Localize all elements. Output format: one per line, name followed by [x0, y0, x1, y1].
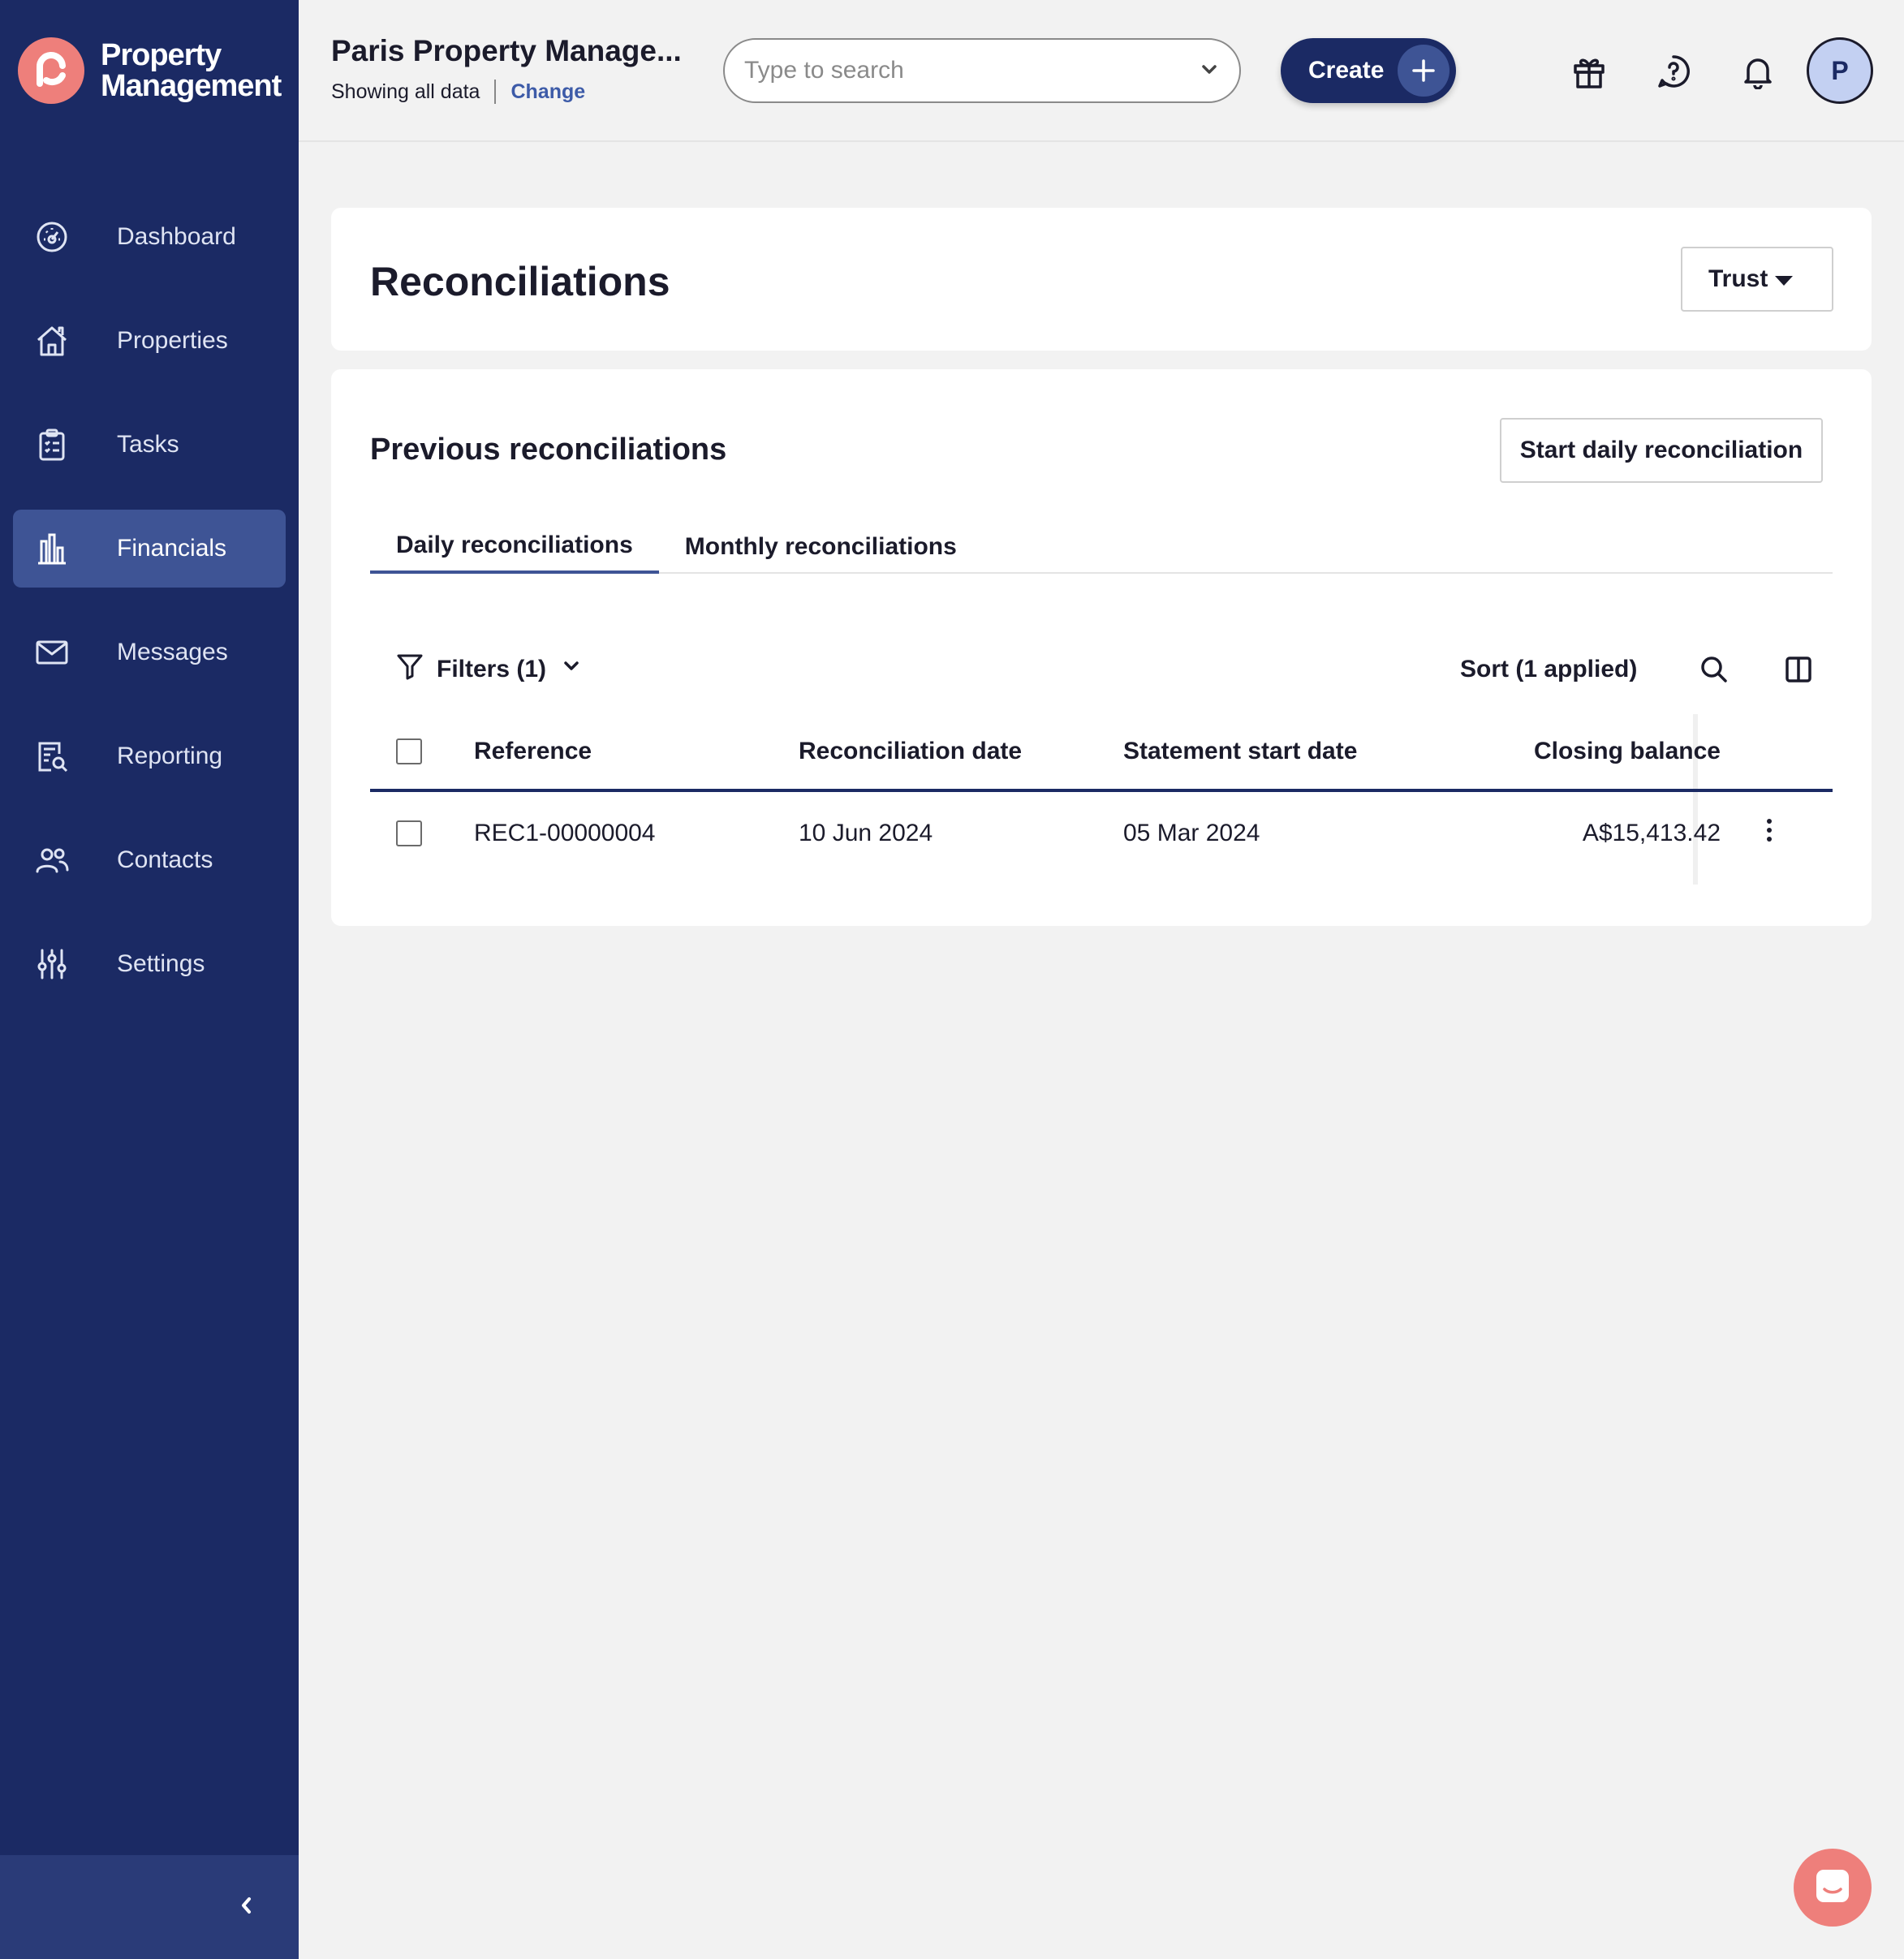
select-all-cell	[396, 714, 422, 789]
report-search-icon	[32, 737, 71, 776]
previous-reconciliations-card: Previous reconciliations Start daily rec…	[331, 369, 1872, 926]
filters-button[interactable]: Filters (1)	[396, 645, 582, 694]
brand-line-2: Management	[101, 69, 282, 103]
sidebar-collapse-bar	[0, 1855, 299, 1959]
sidebar-item-messages[interactable]: Messages	[13, 614, 286, 691]
chevron-left-icon[interactable]	[235, 1894, 258, 1921]
brand-name: Property Management	[101, 38, 282, 103]
people-icon	[32, 841, 71, 880]
table-row[interactable]: REC1-00000004 10 Jun 2024 05 Mar 2024 A$…	[370, 792, 1833, 875]
envelope-icon	[32, 633, 71, 672]
sidebar-item-label: Financials	[117, 535, 227, 562]
chevron-down-icon	[561, 656, 582, 683]
sidebar-item-dashboard[interactable]: Dashboard	[13, 198, 286, 276]
search-input[interactable]	[744, 57, 1199, 84]
clipboard-list-icon	[32, 425, 71, 464]
sidebar-item-label: Tasks	[117, 431, 179, 458]
sidebar-item-tasks[interactable]: Tasks	[13, 406, 286, 484]
column-header-closing-balance[interactable]: Closing balance	[1506, 714, 1721, 789]
account-type-value: Trust	[1708, 265, 1768, 292]
sidebar-item-reporting[interactable]: Reporting	[13, 717, 286, 795]
reconciliations-table: Reference Reconciliation date Statement …	[370, 714, 1833, 875]
create-label: Create	[1308, 57, 1385, 84]
column-header-statement-start-date[interactable]: Statement start date	[1123, 714, 1357, 789]
tab-daily-reconciliations[interactable]: Daily reconciliations	[370, 519, 659, 574]
brand-logo-icon	[18, 37, 84, 104]
sidebar-item-settings[interactable]: Settings	[13, 925, 286, 1003]
sidebar-item-label: Messages	[117, 639, 228, 665]
sidebar-nav: Dashboard Properties Tasks Financials Me…	[13, 198, 286, 1029]
sidebar-item-label: Properties	[117, 327, 228, 354]
start-daily-reconciliation-button[interactable]: Start daily reconciliation	[1500, 418, 1823, 483]
reconciliation-tabs: Daily reconciliations Monthly reconcilia…	[370, 519, 1833, 574]
reference-cell: REC1-00000004	[474, 820, 656, 846]
sidebar-item-label: Reporting	[117, 743, 223, 769]
sidebar-item-label: Dashboard	[117, 223, 236, 250]
sidebar-item-contacts[interactable]: Contacts	[13, 821, 286, 899]
chat-icon	[1813, 1866, 1852, 1909]
table-header-row: Reference Reconciliation date Statement …	[370, 714, 1833, 792]
plus-icon	[1398, 45, 1450, 97]
sidebar-item-label: Contacts	[117, 846, 213, 873]
sidebar-item-financials[interactable]: Financials	[13, 510, 286, 588]
bell-icon[interactable]	[1735, 49, 1781, 94]
tab-monthly-reconciliations[interactable]: Monthly reconciliations	[659, 519, 983, 574]
more-vertical-icon	[1764, 817, 1774, 850]
statement-start-date-cell: 05 Mar 2024	[1123, 820, 1260, 846]
row-checkbox[interactable]	[396, 820, 422, 846]
data-scope-label: Showing all data	[331, 80, 480, 103]
create-button[interactable]: Create	[1281, 38, 1456, 103]
column-header-reconciliation-date[interactable]: Reconciliation date	[799, 714, 1022, 789]
sliders-icon	[32, 945, 71, 984]
sidebar-item-properties[interactable]: Properties	[13, 302, 286, 380]
brand[interactable]: Property Management	[18, 37, 282, 104]
section-title: Previous reconciliations	[370, 433, 727, 467]
caret-down-icon	[1775, 276, 1793, 286]
chat-launcher-button[interactable]	[1794, 1849, 1872, 1927]
row-actions-button[interactable]	[1764, 792, 1774, 875]
closing-balance-cell: A$15,413.42	[1582, 820, 1721, 846]
bar-chart-icon	[32, 529, 71, 568]
reconciliation-date-cell: 10 Jun 2024	[799, 820, 933, 846]
page-header-card: Reconciliations Trust	[331, 208, 1872, 351]
house-icon	[32, 321, 71, 360]
columns-icon[interactable]	[1779, 650, 1818, 689]
select-all-checkbox[interactable]	[396, 738, 422, 764]
dashboard-gauge-icon	[32, 217, 71, 256]
brand-line-1: Property	[101, 38, 222, 72]
divider	[494, 80, 497, 104]
data-scope: Showing all data Change	[331, 80, 585, 104]
user-avatar[interactable]: P	[1807, 37, 1873, 104]
row-select-cell	[396, 792, 422, 875]
table-toolbar: Filters (1) Sort (1 applied)	[370, 645, 1833, 694]
change-scope-link[interactable]: Change	[510, 80, 585, 104]
account-type-select[interactable]: Trust	[1681, 247, 1833, 312]
chevron-down-icon[interactable]	[1199, 58, 1220, 84]
sort-button[interactable]: Sort (1 applied)	[1460, 645, 1637, 694]
help-icon[interactable]	[1651, 49, 1696, 94]
org-name[interactable]: Paris Property Manage...	[331, 34, 682, 68]
filter-funnel-icon	[396, 652, 424, 687]
search-icon[interactable]	[1695, 650, 1734, 689]
global-search[interactable]	[723, 38, 1241, 103]
top-bar: Paris Property Manage... Showing all dat…	[299, 0, 1904, 142]
gift-icon[interactable]	[1566, 49, 1612, 94]
page-title: Reconciliations	[370, 259, 670, 304]
filters-label: Filters (1)	[437, 656, 547, 682]
sidebar-item-label: Settings	[117, 950, 205, 977]
column-header-reference[interactable]: Reference	[474, 714, 592, 789]
sidebar: Property Management Dashboard Properties…	[0, 0, 299, 1959]
